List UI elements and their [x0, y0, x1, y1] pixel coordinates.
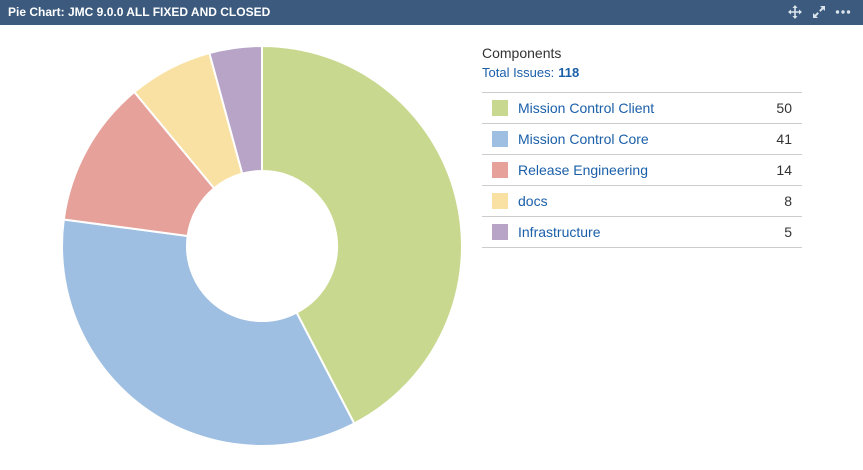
gadget-title: Pie Chart: JMC 9.0.0 ALL FIXED AND CLOSE… — [8, 5, 271, 19]
pie-chart-gadget: Pie Chart: JMC 9.0.0 ALL FIXED AND CLOSE… — [0, 0, 863, 470]
legend-row[interactable]: Mission Control Client 50 — [482, 93, 802, 124]
legend-count: 5 — [784, 224, 792, 240]
legend-count: 8 — [784, 193, 792, 209]
legend-label[interactable]: Mission Control Client — [518, 100, 776, 116]
legend-count: 50 — [776, 100, 792, 116]
pie-chart-svg — [61, 44, 463, 447]
legend-label[interactable]: Release Engineering — [518, 162, 776, 178]
legend-count: 14 — [776, 162, 792, 178]
more-options-icon[interactable] — [835, 3, 851, 21]
legend-row[interactable]: Mission Control Core 41 — [482, 124, 802, 155]
legend-table: Mission Control Client 50 Mission Control … — [482, 92, 802, 248]
legend-label[interactable]: Mission Control Core — [518, 131, 776, 147]
legend: Components Total Issues: 118 Mission Cont… — [482, 45, 802, 248]
legend-swatch — [492, 100, 508, 116]
legend-swatch — [492, 131, 508, 147]
legend-swatch — [492, 224, 508, 240]
pie-chart — [40, 38, 480, 458]
legend-label[interactable]: docs — [518, 193, 784, 209]
legend-swatch — [492, 193, 508, 209]
legend-row[interactable]: docs 8 — [482, 186, 802, 217]
total-issues-value[interactable]: 118 — [558, 65, 579, 80]
legend-swatch — [492, 162, 508, 178]
total-issues-label: Total Issues: — [482, 65, 555, 80]
total-issues: Total Issues: 118 — [482, 65, 802, 80]
legend-label[interactable]: Infrastructure — [518, 224, 784, 240]
gadget-header: Pie Chart: JMC 9.0.0 ALL FIXED AND CLOSE… — [0, 0, 863, 25]
maximize-icon[interactable] — [811, 3, 827, 21]
move-icon[interactable] — [787, 3, 803, 21]
legend-count: 41 — [776, 131, 792, 147]
legend-row[interactable]: Release Engineering 14 — [482, 155, 802, 186]
legend-row[interactable]: Infrastructure 5 — [482, 217, 802, 248]
legend-heading: Components — [482, 45, 562, 61]
gadget-actions — [787, 3, 851, 21]
